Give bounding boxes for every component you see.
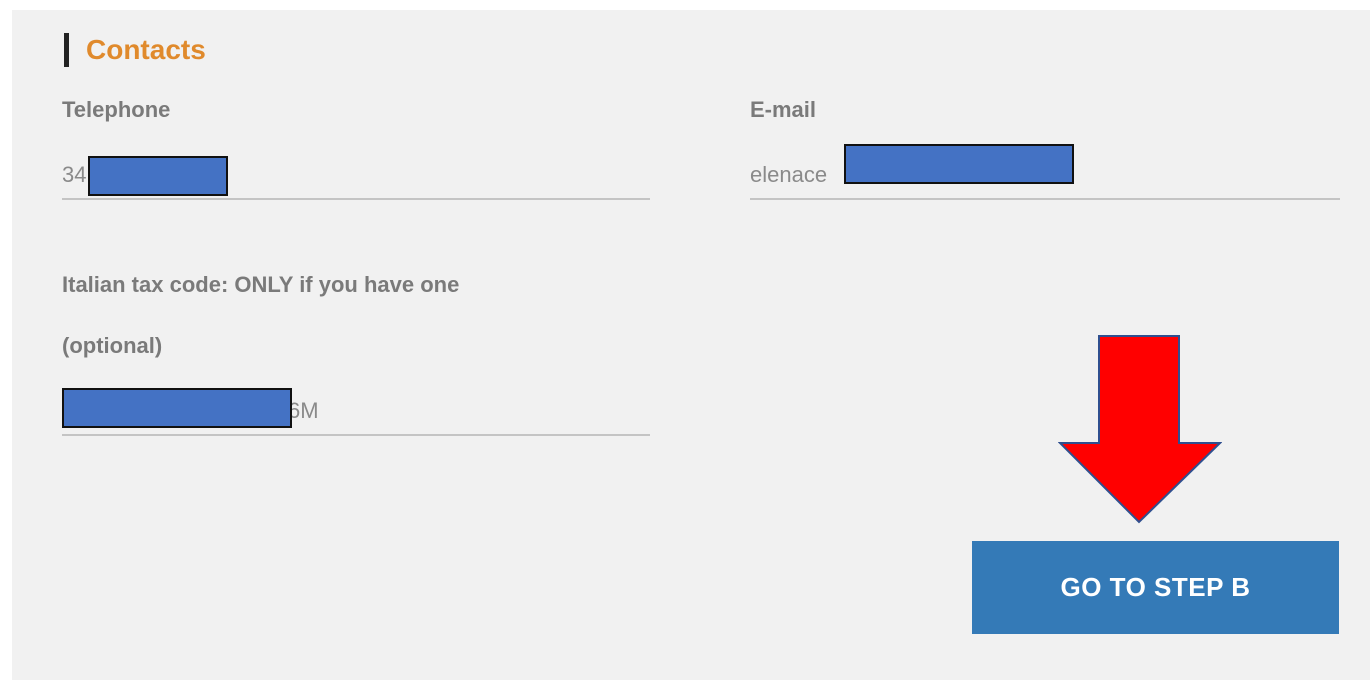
section-accent-bar [64,33,69,67]
telephone-input[interactable]: 34 [62,156,650,200]
telephone-value: 34 [62,162,87,187]
form-panel: Contacts Telephone 34 E-mail elenace Ita… [12,10,1370,680]
telephone-label: Telephone [62,97,171,122]
tax-code-value: 6M [288,398,319,423]
tax-code-optional-label: (optional) [62,333,163,358]
section-header: Contacts [64,30,206,70]
red-down-arrow-icon [1058,335,1222,524]
redaction-box [844,144,1074,184]
section-title: Contacts [86,34,206,65]
redaction-box [88,156,228,196]
go-to-step-b-button[interactable]: GO TO STEP B [972,541,1339,634]
email-input[interactable]: elenace [750,144,1340,200]
email-label: E-mail [750,97,817,122]
tax-code-input[interactable]: 6M [62,388,650,436]
tax-code-label: Italian tax code: ONLY if you have one [62,272,460,297]
email-value: elenace [750,162,828,187]
redaction-box [62,388,292,428]
